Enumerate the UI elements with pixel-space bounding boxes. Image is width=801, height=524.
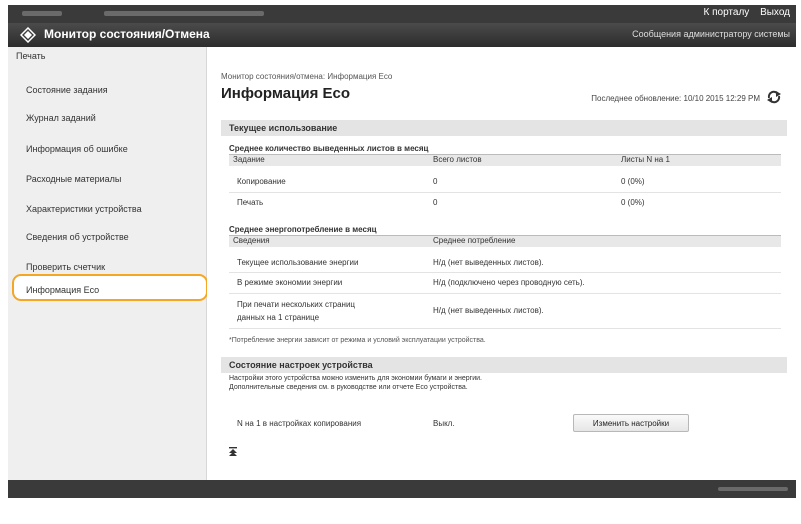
avg-power-title: Среднее энергопотребление в месяц [229,225,377,234]
table-cell: Н/д (нет выведенных листов). [433,258,544,267]
settings-desc: Дополнительные сведения см. в руководств… [229,384,468,391]
sidebar-section-title: Печать [16,51,46,61]
blurred-header-item [22,11,62,16]
current-usage-header: Текущее использование [221,120,787,136]
table-cell: Текущее использование энергии [237,258,359,267]
table-cell: При печати нескольких страниц [237,300,355,309]
blurred-header-item [104,11,264,16]
admin-message-link[interactable]: Сообщения администратору системы [632,29,790,39]
table-cell: Копирование [237,177,286,186]
main-content: Монитор состояния/отмена: Информация Eco… [207,47,796,480]
sidebar-item-check-counter[interactable]: Проверить счетчик [26,262,105,272]
settings-row-value: Выкл. [433,419,455,428]
current-usage-title: Текущее использование [229,123,338,133]
table-cell: Н/д (подключено через проводную сеть). [433,278,585,287]
sidebar-item-device-info[interactable]: Сведения об устройстве [26,232,129,242]
change-settings-button[interactable]: Изменить настройки [573,414,689,432]
sidebar-item-error-info[interactable]: Информация об ошибке [26,144,128,154]
settings-row-label: N на 1 в настройках копирования [237,419,362,428]
avg-sheets-title: Среднее количество выведенных листов в м… [229,144,429,153]
column-header: Задание [233,155,265,164]
page-title: Информация Eco [221,85,351,102]
app-title: Монитор состояния/Отмена [44,27,210,41]
sidebar-item-job-log[interactable]: Журнал заданий [26,113,96,123]
refresh-icon[interactable] [766,89,782,105]
footer-bar [8,480,796,498]
row-divider [229,272,781,273]
sidebar: Печать Состояние задания Журнал заданий … [8,47,208,480]
breadcrumb: Монитор состояния/отмена: Информация Eco [221,72,393,81]
row-divider [229,293,781,294]
settings-title: Состояние настроек устройства [229,360,373,370]
table-cell: Печать [237,198,264,207]
table-cell: данных на 1 странице [237,313,320,322]
table-cell: 0 (0%) [621,198,645,207]
settings-desc: Настройки этого устройства можно изменит… [229,375,482,382]
sidebar-item-job-status[interactable]: Состояние задания [26,85,108,95]
app-logo-icon [20,27,36,43]
column-header: Сведения [233,236,270,245]
title-bar: Монитор состояния/Отмена Сообщения админ… [8,23,796,47]
footnote: *Потребление энергии зависит от режима и… [229,337,486,344]
column-header: Листы N на 1 [621,155,670,164]
table-cell: 0 [433,198,438,207]
sidebar-item-consumables[interactable]: Расходные материалы [26,174,121,184]
sidebar-item-eco-label[interactable]: Информация Eco [26,285,99,295]
logout-link[interactable]: Выход [760,7,790,18]
copyright-blurred [718,487,788,491]
row-divider [229,328,781,329]
table-cell: 0 (0%) [621,177,645,186]
row-divider [229,192,781,193]
table-cell: Н/д (нет выведенных листов). [433,306,544,315]
portal-link[interactable]: К порталу [704,7,750,18]
avg-sheets-header-row [229,154,781,166]
column-header: Всего листов [433,155,482,164]
column-header: Среднее потребление [433,236,516,245]
table-cell: 0 [433,177,438,186]
last-update-text: Последнее обновление: 10/10 2015 12:29 P… [591,94,760,103]
settings-header: Состояние настроек устройства [221,357,787,373]
top-bar: К порталу Выход [8,5,796,23]
sidebar-item-device-features[interactable]: Характеристики устройства [26,204,142,214]
to-top-icon[interactable] [229,447,237,457]
table-cell: В режиме экономии энергии [237,278,343,287]
